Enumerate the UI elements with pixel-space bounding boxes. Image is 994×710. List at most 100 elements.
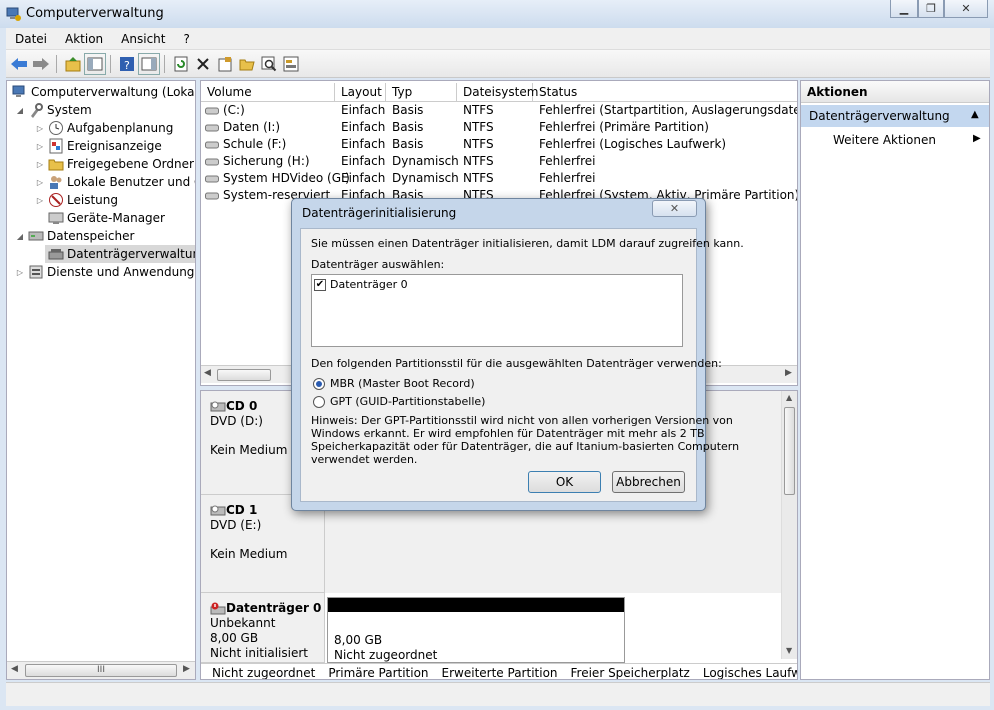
tree-item-geraete-manager[interactable]: Geräte-Manager <box>45 209 165 227</box>
column-header-dateisystem[interactable]: Dateisystem <box>457 83 538 101</box>
tree-item-freigegebene-ordner[interactable]: ▷ Freigegebene Ordner <box>35 155 194 173</box>
hint-line: verwendet werden. <box>311 453 418 466</box>
volume-row[interactable]: Daten (I:) Einfach Basis NTFS Fehlerfrei (Pr… <box>201 120 797 137</box>
expand-arrow-icon[interactable]: ▷ <box>35 178 45 187</box>
menu-ansicht[interactable]: Ansicht <box>112 32 174 46</box>
volume-cell-dateisystem: NTFS <box>463 120 494 134</box>
tree-item-lokale-benutzer[interactable]: ▷ Lokale Benutzer und Gruppen <box>35 173 195 191</box>
gpt-radio[interactable] <box>313 395 325 408</box>
menu-aktion[interactable]: Aktion <box>56 32 112 46</box>
partition-status: Nicht zugeordnet <box>334 648 438 662</box>
tree-item-computerverwaltung[interactable]: Computerverwaltung (Lokal) <box>9 83 195 101</box>
tree-horizontal-scrollbar[interactable]: ◀ III ▶ <box>7 661 195 679</box>
drive-icon <box>205 107 219 115</box>
mbr-label: MBR (Master Boot Record) <box>330 377 475 390</box>
delete-button[interactable] <box>192 53 214 75</box>
computer-management-icon <box>12 85 25 97</box>
disk-management-icon <box>48 249 64 260</box>
disk-tools-button[interactable] <box>280 53 302 75</box>
tree-item-datentraegerverwaltung[interactable]: Datenträgerverwaltung <box>45 245 195 263</box>
cancel-button[interactable]: Abbrechen <box>612 471 685 493</box>
gpt-label: GPT (GUID-Partitionstabelle) <box>330 395 486 408</box>
back-button[interactable] <box>8 53 30 75</box>
properties-button[interactable] <box>214 53 236 75</box>
volume-row[interactable]: System HDVideo (G:) Einfach Dynamisch NTFS F… <box>201 171 797 188</box>
search-button[interactable] <box>258 53 280 75</box>
legend-label: Logisches Laufwerk <box>702 665 797 680</box>
expand-arrow-icon[interactable]: ▷ <box>15 268 25 277</box>
tree-item-leistung[interactable]: ▷ Leistung <box>35 191 118 209</box>
collapse-arrow-icon[interactable]: ◢ <box>15 232 25 241</box>
collapse-up-icon[interactable]: ▲ <box>971 109 979 120</box>
forward-button[interactable] <box>30 53 52 75</box>
open-button[interactable] <box>236 53 258 75</box>
disk-vertical-scrollbar[interactable]: ▲ ▼ <box>781 391 797 659</box>
action-weitere-aktionen[interactable]: Weitere Aktionen ▶ <box>833 133 987 151</box>
dialog-body: Sie müssen einen Datenträger initialisie… <box>300 228 744 502</box>
volume-cell-layout: Einfach <box>341 171 386 185</box>
close-icon: ✕ <box>961 2 971 15</box>
hint-line: Speicherkapazität oder für Datenträger, … <box>311 440 740 453</box>
minimize-button[interactable]: ▁ <box>890 0 918 18</box>
tree-item-datenspeicher[interactable]: ◢ Datenspeicher <box>15 227 134 245</box>
column-header-typ[interactable]: Typ <box>386 83 457 101</box>
expand-arrow-icon[interactable]: ▷ <box>35 142 45 151</box>
tree-item-system[interactable]: ◢ System <box>15 101 92 119</box>
gpt-option[interactable]: GPT (GUID-Partitionstabelle) <box>313 395 485 408</box>
console-tree-button[interactable] <box>84 53 106 75</box>
dialog-close-button[interactable]: ✕ <box>652 200 697 217</box>
tree-item-dienste-und-anwendungen[interactable]: ▷ Dienste und Anwendungen <box>15 263 195 281</box>
tree-item-aufgabenplanung[interactable]: ▷ Aufgabenplanung <box>35 119 173 137</box>
volume-row[interactable]: Sicherung (H:) Einfach Dynamisch NTFS Fehler… <box>201 154 797 171</box>
menu-datei[interactable]: Datei <box>6 32 56 46</box>
volume-list-header: Volume Layout Typ Dateisystem Status <box>201 81 797 102</box>
collapse-arrow-icon[interactable]: ◢ <box>15 106 25 115</box>
disk-checkbox[interactable]: ✔ <box>314 278 326 291</box>
volume-row[interactable]: Schule (F:) Einfach Basis NTFS Fehlerfrei (L… <box>201 137 797 154</box>
scroll-left-icon[interactable]: ◀ <box>204 368 211 378</box>
close-button[interactable]: ✕ <box>944 0 988 18</box>
mbr-radio[interactable] <box>313 377 325 390</box>
drive-icon <box>205 141 219 149</box>
unallocated-partition[interactable]: 8,00 GB Nicht zugeordnet <box>327 597 625 663</box>
scroll-thumb[interactable] <box>784 407 795 495</box>
tree-item-ereignisanzeige[interactable]: ▷ Ereignisanzeige <box>35 137 162 155</box>
tree-item-label: Lokale Benutzer und Gruppen <box>67 175 195 189</box>
expand-arrow-icon[interactable]: ▷ <box>35 196 45 205</box>
scroll-thumb[interactable] <box>217 369 271 381</box>
disk-header-datentraeger0[interactable]: Datenträger 0 Unbekannt 8,00 GB Nicht in… <box>201 593 325 663</box>
toolbar: ? <box>6 50 990 78</box>
scroll-thumb[interactable]: III <box>25 664 177 677</box>
column-header-layout[interactable]: Layout <box>335 83 386 101</box>
tree-item-label: Freigegebene Ordner <box>67 157 194 171</box>
mbr-option[interactable]: MBR (Master Boot Record) <box>313 377 475 390</box>
drive-icon <box>205 192 219 200</box>
up-folder-button[interactable] <box>62 53 84 75</box>
drive-icon <box>205 158 219 166</box>
expand-arrow-icon[interactable]: ▷ <box>35 160 45 169</box>
refresh-button[interactable] <box>170 53 192 75</box>
help-button[interactable]: ? <box>116 53 138 75</box>
scroll-up-icon[interactable]: ▲ <box>786 393 792 402</box>
refresh-icon <box>174 56 188 72</box>
menu-help[interactable]: ? <box>174 32 198 46</box>
scroll-right-icon[interactable]: ▶ <box>785 368 792 378</box>
scroll-left-icon[interactable]: ◀ <box>11 664 18 674</box>
menu-bar: Datei Aktion Ansicht ? <box>6 28 990 50</box>
column-header-volume[interactable]: Volume <box>201 83 335 101</box>
expand-arrow-icon[interactable]: ▷ <box>35 124 45 133</box>
partition-style-label: Den folgenden Partitionsstil für die aus… <box>311 357 722 370</box>
disk-list-item[interactable]: ✔ Datenträger 0 <box>314 278 408 291</box>
actions-section-datentraegerverwaltung[interactable]: Datenträgerverwaltung ▲ <box>801 105 989 127</box>
scroll-right-icon[interactable]: ▶ <box>183 664 190 674</box>
volume-cell-volume: Daten (I:) <box>223 120 281 134</box>
scroll-down-icon[interactable]: ▼ <box>786 646 792 655</box>
column-header-status[interactable]: Status <box>533 83 797 101</box>
actions-header: Aktionen <box>801 81 989 103</box>
tree-item-label: Geräte-Manager <box>67 211 165 225</box>
volume-cell-volume: (C:) <box>223 103 245 117</box>
maximize-button[interactable]: ❐ <box>918 0 944 18</box>
ok-button[interactable]: OK <box>528 471 601 493</box>
action-pane-button[interactable] <box>138 53 160 75</box>
volume-row[interactable]: (C:) Einfach Basis NTFS Fehlerfrei (Startpar… <box>201 103 797 120</box>
